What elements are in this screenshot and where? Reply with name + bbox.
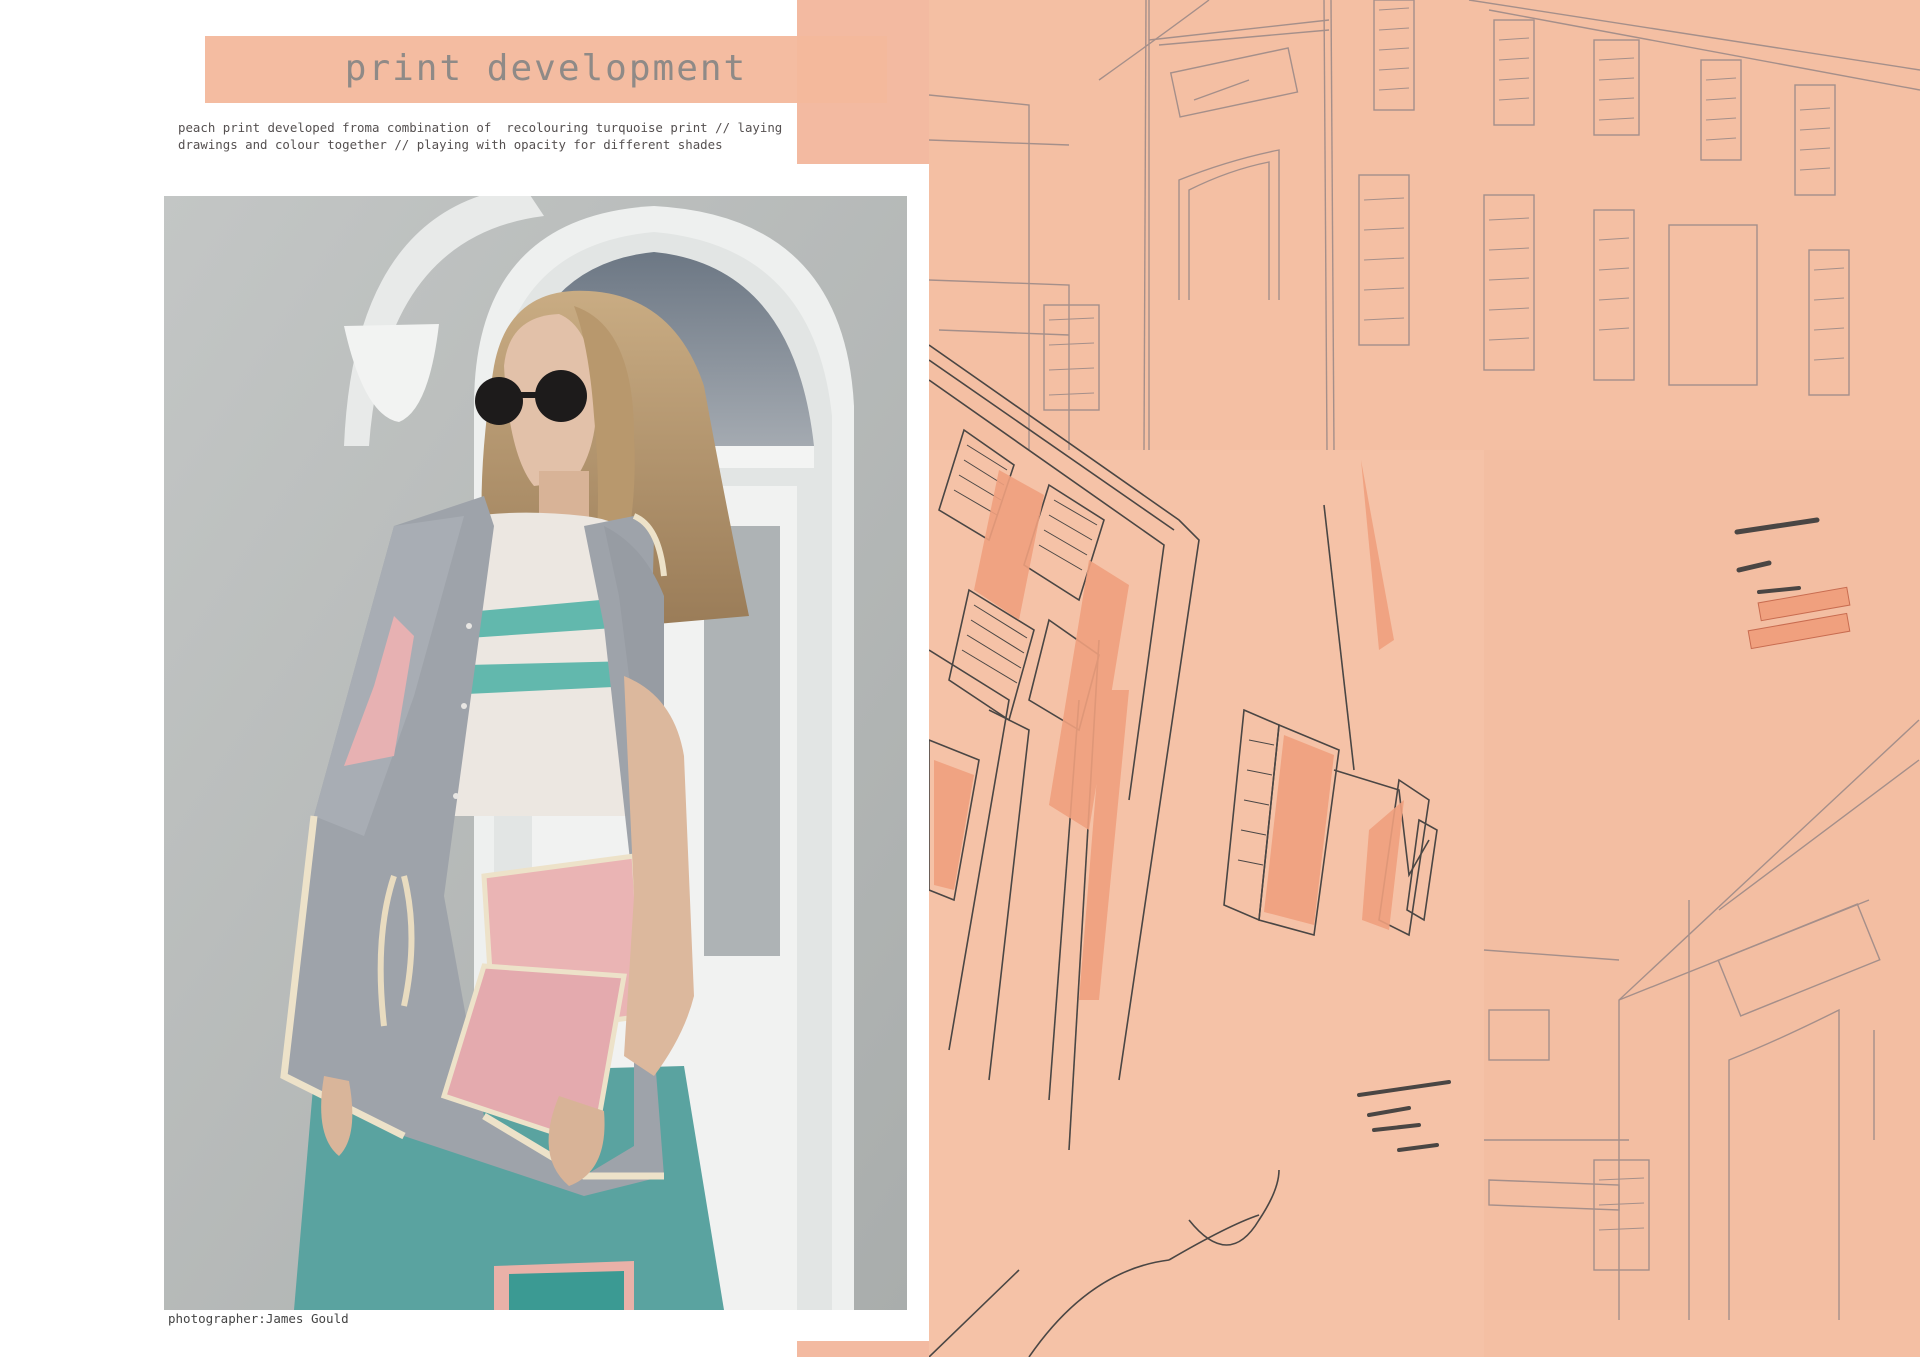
peach-print-panel [929, 0, 1920, 1357]
peach-panel-bottom [797, 1341, 937, 1357]
fashion-photo [164, 196, 907, 1310]
photo-credit: photographer:James Gould [168, 1311, 349, 1326]
page-description: peach print developed froma combination … [178, 119, 828, 153]
description-line-2: drawings and colour together // playing … [178, 137, 723, 152]
building-sketch-print [929, 0, 1920, 1357]
fashion-photo-illustration [164, 196, 907, 1310]
page-title: print development [344, 48, 748, 89]
description-line-1: peach print developed froma combination … [178, 120, 783, 135]
